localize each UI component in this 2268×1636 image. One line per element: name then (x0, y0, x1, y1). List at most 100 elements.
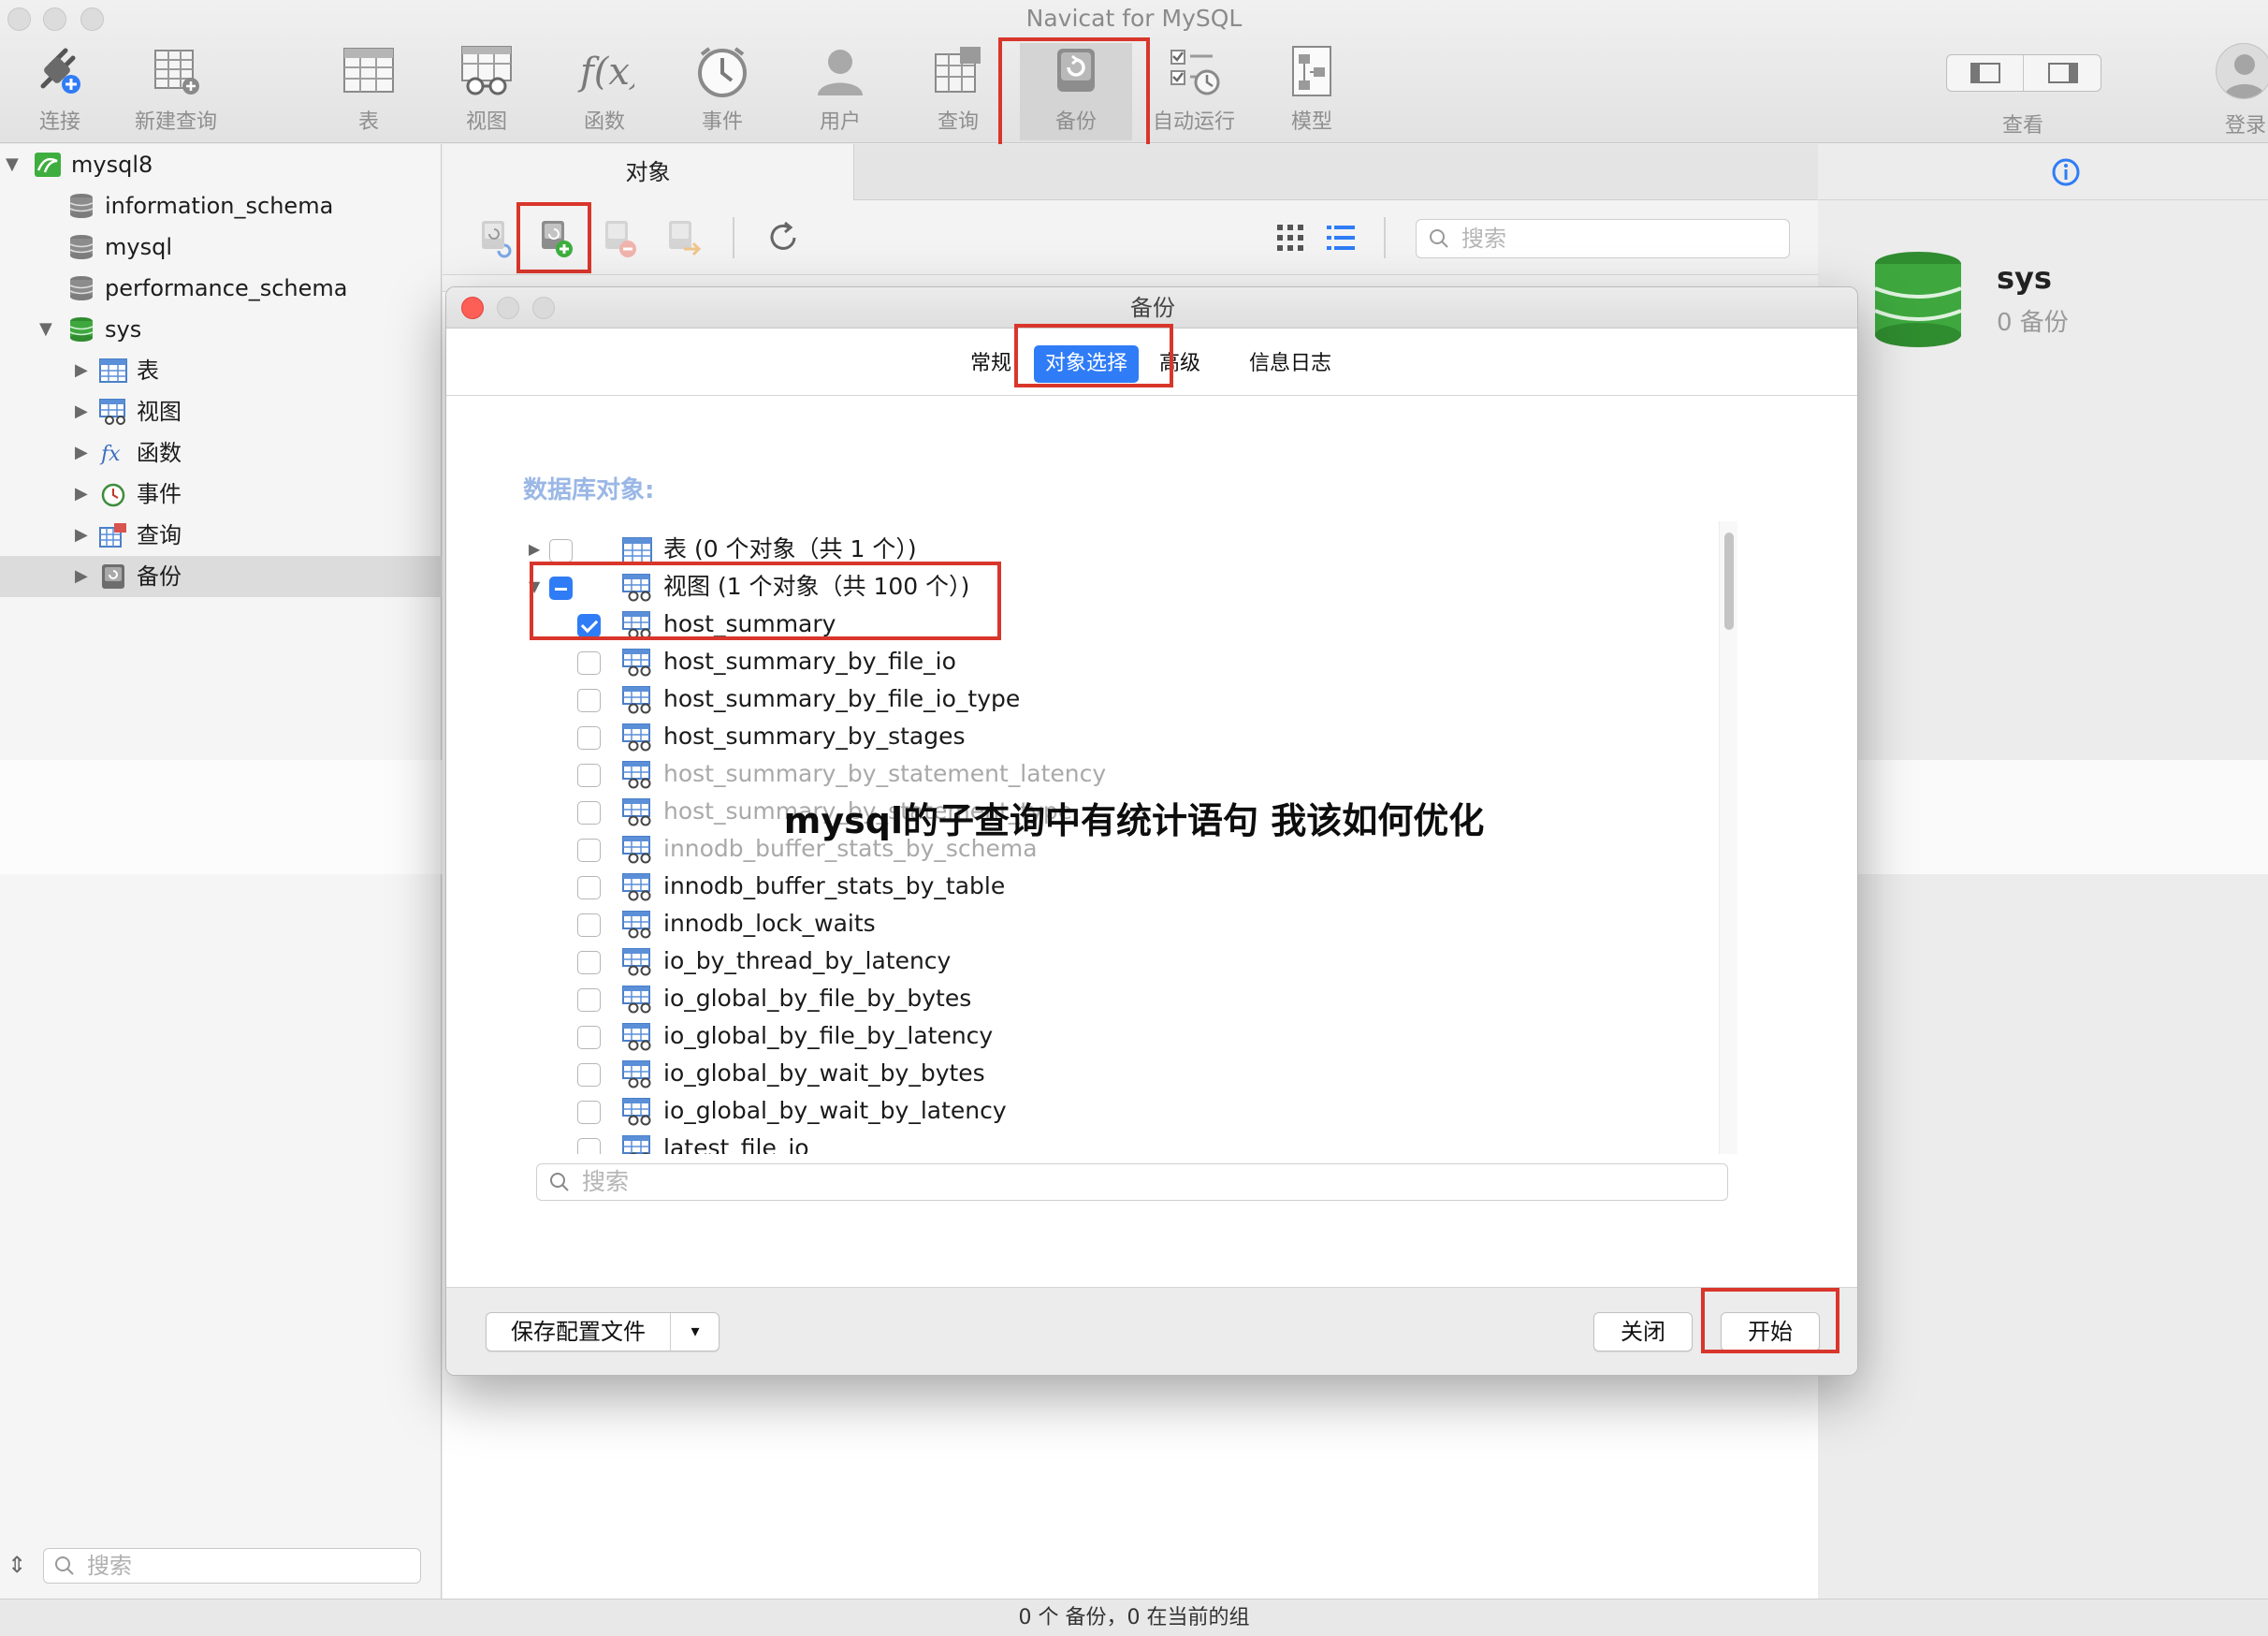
function-icon: f(x) (577, 51, 634, 94)
database-gray-icon (69, 235, 94, 259)
view-item-checkbox[interactable] (577, 614, 601, 637)
disclosure-closed-icon[interactable]: ▶ (75, 556, 88, 597)
disclosure-closed-icon[interactable]: ▶ (529, 531, 540, 568)
tree-connection-mysql8[interactable]: ▼ mysql8 (0, 144, 442, 185)
tab-object-selection[interactable]: 对象选择 (1034, 345, 1140, 383)
group-views-row[interactable]: ▼ 视图 (1 个对象（共 100 个）) (529, 568, 1717, 606)
scrollbar-thumb[interactable] (1724, 533, 1734, 630)
tree-sys-queries[interactable]: ▶ 查询 (0, 515, 442, 556)
toolbar-view-button[interactable]: 视图 (430, 43, 543, 140)
table-icon (622, 537, 652, 563)
new-backup-icon[interactable] (532, 215, 577, 260)
list-view-icon[interactable] (1324, 221, 1358, 255)
group-tables-row[interactable]: ▶ 表 (0 个对象（共 1 个）) (529, 531, 1717, 568)
toolbar-backup-button[interactable]: 备份 (1020, 43, 1132, 140)
view-item-checkbox[interactable] (577, 689, 601, 712)
view-item-row[interactable]: io_global_by_file_by_latency (529, 1017, 1717, 1055)
tree-sys-events[interactable]: ▶ 事件 (0, 474, 442, 515)
view-item-row[interactable]: latest_file_io (529, 1130, 1717, 1154)
clock-icon (698, 47, 747, 97)
view-item-checkbox[interactable] (577, 726, 601, 750)
toolbar-model-button[interactable]: 模型 (1256, 43, 1368, 140)
view-item-row[interactable]: innodb_buffer_stats_by_table (529, 868, 1717, 905)
disclosure-closed-icon[interactable]: ▶ (75, 391, 88, 432)
tab-general[interactable]: 常规 (959, 345, 1023, 383)
view-item-checkbox[interactable] (577, 1063, 601, 1087)
view-item-row[interactable]: host_summary_by_stages (529, 718, 1717, 755)
tree-db-sys[interactable]: ▼ sys (0, 309, 442, 350)
view-item-row[interactable]: io_by_thread_by_latency (529, 942, 1717, 980)
object-search-input[interactable]: 搜索 (1416, 219, 1790, 258)
view-item-checkbox[interactable] (577, 876, 601, 899)
tree-db-information-schema[interactable]: information_schema (0, 185, 442, 226)
tree-sys-views[interactable]: ▶ 视图 (0, 391, 442, 432)
tree-sys-backups[interactable]: ▶ 备份 (0, 556, 442, 597)
backup-icon (102, 564, 124, 589)
view-item-checkbox[interactable] (577, 651, 601, 675)
view-item-row[interactable]: innodb_lock_waits (529, 905, 1717, 942)
view-item-row[interactable]: host_summary_by_statement_latency (529, 755, 1717, 793)
info-icon[interactable] (2051, 157, 2081, 187)
toggle-right-panel-button[interactable] (2025, 55, 2101, 91)
disclosure-open-icon[interactable]: ▼ (529, 568, 540, 606)
disclosure-closed-icon[interactable]: ▶ (75, 515, 88, 556)
refresh-icon[interactable] (761, 215, 806, 260)
save-profile-dropdown-icon[interactable]: ▾ (672, 1313, 719, 1351)
tree-db-mysql[interactable]: mysql (0, 226, 442, 268)
button-split-divider (670, 1313, 671, 1351)
login-avatar[interactable] (2216, 43, 2268, 99)
view-item-checkbox[interactable] (577, 913, 601, 937)
disclosure-closed-icon[interactable]: ▶ (75, 350, 88, 391)
filter-options-icon[interactable]: ⇕ (7, 1552, 26, 1578)
toolbar-user-button[interactable]: 用户 (784, 43, 896, 140)
toolbar-connect-button[interactable]: 连接 (4, 43, 116, 140)
toolbar-function-button[interactable]: f(x) 函数 (548, 43, 661, 140)
toolbar-query-button[interactable]: 查询 (902, 43, 1014, 140)
toggle-left-panel-button[interactable] (1947, 55, 2024, 91)
save-profile-button[interactable]: 保存配置文件 ▾ (486, 1312, 720, 1351)
close-button[interactable]: 关闭 (1593, 1312, 1693, 1351)
grid-view-icon[interactable] (1273, 221, 1307, 255)
tree-db-performance-schema[interactable]: performance_schema (0, 268, 442, 309)
tab-message-log[interactable]: 信息日志 (1238, 345, 1343, 383)
delete-backup-icon[interactable] (596, 215, 641, 260)
sidebar-search-input[interactable]: 搜索 (43, 1548, 421, 1584)
toolbar-table-button[interactable]: 表 (313, 43, 425, 140)
tab-objects[interactable]: 对象 (443, 144, 854, 200)
toolbar-new-query-button[interactable]: 新建查询 (120, 43, 232, 140)
view-item-row[interactable]: host_summary_by_file_io (529, 643, 1717, 680)
dialog-close-dot[interactable] (461, 297, 484, 319)
view-item-checkbox[interactable] (577, 1026, 601, 1049)
view-item-row[interactable]: io_global_by_file_by_bytes (529, 980, 1717, 1017)
model-icon (1292, 46, 1331, 96)
group-views-checkbox[interactable] (549, 577, 573, 600)
view-item-row[interactable]: host_summary_by_file_io_type (529, 680, 1717, 718)
dialog-minimize-dot[interactable] (497, 297, 519, 319)
view-item-checkbox[interactable] (577, 988, 601, 1012)
toolbar-automation-button[interactable]: 自动运行 (1138, 43, 1250, 140)
extract-sql-icon[interactable] (660, 215, 705, 260)
view-item-row[interactable]: io_global_by_wait_by_bytes (529, 1055, 1717, 1092)
restore-backup-icon[interactable] (471, 215, 516, 260)
dialog-search-input[interactable]: 搜索 (536, 1163, 1728, 1201)
disclosure-open-icon[interactable]: ▼ (6, 144, 19, 185)
view-item-row[interactable]: host_summary (529, 606, 1717, 643)
login-label[interactable]: 登录 (2225, 109, 2266, 139)
tree-sys-tables[interactable]: ▶ 表 (0, 350, 442, 391)
view-item-checkbox[interactable] (577, 764, 601, 787)
start-button[interactable]: 开始 (1721, 1312, 1820, 1351)
view-item-checkbox[interactable] (577, 1138, 601, 1154)
database-gray-icon (69, 276, 94, 300)
tree-sys-functions[interactable]: ▶ fx 函数 (0, 432, 442, 474)
disclosure-closed-icon[interactable]: ▶ (75, 474, 88, 515)
view-icon (622, 1060, 651, 1088)
disclosure-open-icon[interactable]: ▼ (39, 309, 52, 350)
group-tables-checkbox[interactable] (549, 539, 573, 562)
dialog-zoom-dot[interactable] (532, 297, 555, 319)
toolbar-event-button[interactable]: 事件 (666, 43, 778, 140)
disclosure-closed-icon[interactable]: ▶ (75, 432, 88, 474)
view-item-checkbox[interactable] (577, 1101, 601, 1124)
view-item-checkbox[interactable] (577, 951, 601, 974)
tab-advanced[interactable]: 高级 (1148, 345, 1212, 383)
view-item-row[interactable]: io_global_by_wait_by_latency (529, 1092, 1717, 1130)
